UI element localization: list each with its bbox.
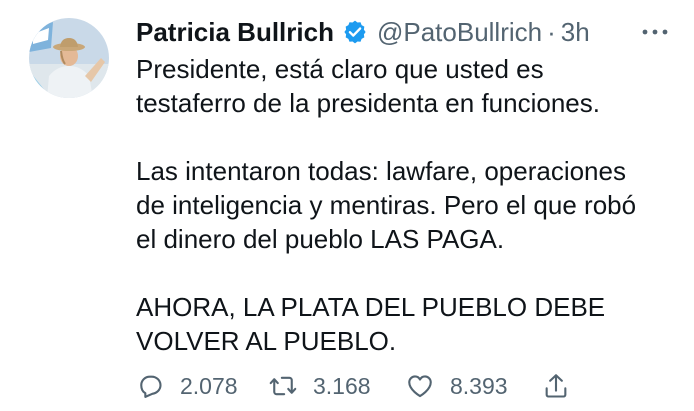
tweet-header: Patricia Bullrich @PatoBullrich · 3h <box>136 14 590 50</box>
share-button[interactable] <box>542 368 570 404</box>
reply-icon <box>140 375 162 398</box>
header-separator: · <box>547 17 556 47</box>
share-icon <box>545 374 567 398</box>
reply-button[interactable]: 2.078 <box>136 368 238 404</box>
tweet-card[interactable]: Patricia Bullrich @PatoBullrich · 3h Pre… <box>0 0 694 411</box>
more-options-icon[interactable] <box>640 20 670 44</box>
tweet-text: Presidente, está claro que usted es test… <box>136 52 686 358</box>
tweet-paragraph: Presidente, está claro que usted es test… <box>136 54 600 118</box>
action-bar: 2.078 3.168 8.393 <box>136 368 676 404</box>
retweet-button[interactable]: 3.168 <box>269 368 371 404</box>
tweet-timestamp[interactable]: 3h <box>561 14 590 50</box>
retweet-icon <box>269 376 297 396</box>
like-count: 8.393 <box>450 372 508 399</box>
verified-badge-icon <box>342 19 368 45</box>
avatar[interactable] <box>29 18 109 98</box>
tweet-paragraph: Las intentaron todas: lawfare, operacion… <box>136 156 637 254</box>
reply-count: 2.078 <box>180 372 238 399</box>
author-handle[interactable]: @PatoBullrich <box>377 14 542 50</box>
like-button[interactable]: 8.393 <box>406 368 508 404</box>
author-name[interactable]: Patricia Bullrich <box>136 14 334 50</box>
avatar-image <box>29 18 109 98</box>
heart-icon <box>408 375 432 398</box>
retweet-count: 3.168 <box>313 372 371 399</box>
tweet-paragraph: AHORA, LA PLATA DEL PUEBLO DEBE VOLVER A… <box>136 292 606 356</box>
